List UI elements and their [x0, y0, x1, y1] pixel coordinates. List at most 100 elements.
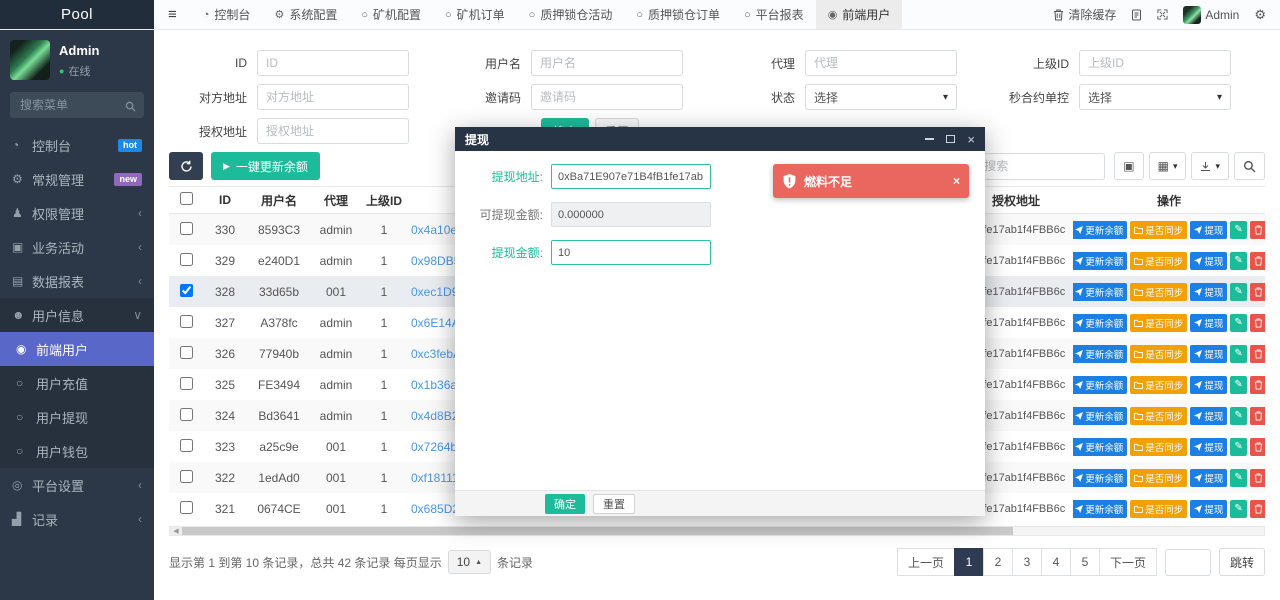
row-checkbox[interactable]: [179, 252, 193, 266]
delete-button[interactable]: [1249, 344, 1265, 363]
topbar-nav-item[interactable]: ○ 质押锁仓订单: [624, 0, 732, 29]
edit-button[interactable]: ✎: [1230, 313, 1247, 332]
page-button[interactable]: 3: [1011, 548, 1042, 576]
modal-close-button[interactable]: ×: [967, 133, 975, 146]
row-checkbox[interactable]: [179, 500, 193, 514]
sync-toggle-button[interactable]: 是否同步: [1130, 375, 1188, 394]
filter-peer-address-input[interactable]: [257, 84, 409, 110]
update-balance-button[interactable]: 更新余额: [1073, 437, 1128, 456]
page-button[interactable]: 1: [953, 548, 984, 576]
sync-toggle-button[interactable]: 是否同步: [1130, 251, 1188, 270]
row-checkbox[interactable]: [179, 407, 193, 421]
filter-invite-code-input[interactable]: [531, 84, 683, 110]
modal-maximize-button[interactable]: [946, 135, 956, 143]
columns-button[interactable]: ▦: [1148, 152, 1187, 180]
page-jump-button[interactable]: 跳转: [1218, 548, 1265, 576]
modal-minimize-button[interactable]: [925, 138, 935, 140]
page-size-select[interactable]: 10: [447, 550, 492, 574]
edit-button[interactable]: ✎: [1230, 499, 1247, 518]
sync-toggle-button[interactable]: 是否同步: [1130, 468, 1188, 487]
sidebar-toggle-icon[interactable]: ≡: [154, 0, 191, 29]
withdraw-button[interactable]: 提现: [1190, 344, 1228, 363]
filter-auth-address-input[interactable]: [257, 118, 409, 144]
update-balance-button[interactable]: 更新余额: [1073, 499, 1128, 518]
settings-gear-icon[interactable]: ⚙: [1254, 7, 1266, 23]
update-balance-button[interactable]: 更新余额: [1073, 468, 1128, 487]
delete-button[interactable]: [1249, 313, 1265, 332]
topbar-nav-item[interactable]: ○ 质押锁仓活动: [517, 0, 625, 29]
row-checkbox[interactable]: [179, 345, 193, 359]
withdraw-button[interactable]: 提现: [1190, 406, 1228, 425]
row-checkbox[interactable]: [179, 469, 193, 483]
scrollbar-thumb[interactable]: [182, 527, 1014, 535]
refresh-button[interactable]: [169, 152, 203, 180]
modal-reset-button[interactable]: 重置: [593, 493, 635, 514]
page-button[interactable]: 下一页: [1098, 548, 1157, 576]
table-search-input[interactable]: [975, 152, 1106, 180]
toast-close-icon[interactable]: ×: [953, 174, 960, 188]
filter-contract-control-select[interactable]: 选择: [1079, 84, 1231, 110]
sidebar-menu-item[interactable]: ♟ 权限管理 ‹: [0, 196, 154, 230]
page-button[interactable]: 4: [1040, 548, 1071, 576]
delete-button[interactable]: [1249, 468, 1265, 487]
modal-header[interactable]: 提现 ×: [455, 127, 985, 151]
sync-toggle-button[interactable]: 是否同步: [1130, 344, 1188, 363]
log-button[interactable]: [1131, 9, 1142, 21]
update-balance-button[interactable]: 更新余额: [1073, 282, 1128, 301]
delete-button[interactable]: [1249, 375, 1265, 394]
sidebar-menu-item[interactable]: ◎ 平台设置 ‹: [0, 468, 154, 502]
sync-toggle-button[interactable]: 是否同步: [1130, 406, 1188, 425]
withdraw-amount-input[interactable]: [551, 240, 711, 265]
update-balance-button[interactable]: 更新余额: [1073, 313, 1128, 332]
sync-toggle-button[interactable]: 是否同步: [1130, 282, 1188, 301]
update-balance-button[interactable]: 更新余额: [1073, 344, 1128, 363]
withdraw-button[interactable]: 提现: [1190, 282, 1228, 301]
delete-button[interactable]: [1249, 437, 1265, 456]
update-balance-button[interactable]: 更新余额: [1073, 251, 1128, 270]
sync-toggle-button[interactable]: 是否同步: [1130, 313, 1188, 332]
edit-button[interactable]: ✎: [1230, 375, 1247, 394]
topbar-nav-item[interactable]: ○ 平台报表: [732, 0, 816, 29]
edit-button[interactable]: ✎: [1230, 251, 1247, 270]
sidebar-menu-item-userinfo[interactable]: ☻ 用户信息 ∨: [0, 298, 154, 332]
topbar-nav-item[interactable]: ◉ 前端用户: [815, 0, 903, 29]
topbar-nav-item[interactable]: ○ 矿机订单: [433, 0, 517, 29]
edit-button[interactable]: ✎: [1230, 468, 1247, 487]
select-all-checkbox[interactable]: [179, 192, 193, 205]
page-button[interactable]: 2: [982, 548, 1013, 576]
filter-agent-input[interactable]: [805, 50, 957, 76]
delete-button[interactable]: [1249, 251, 1265, 270]
sidebar-search-input[interactable]: [10, 92, 144, 118]
confirm-button[interactable]: 确定: [545, 493, 585, 514]
sidebar-submenu-item[interactable]: ○ 用户充值: [0, 366, 154, 400]
withdraw-button[interactable]: 提现: [1190, 499, 1228, 518]
page-jump-input[interactable]: [1164, 548, 1211, 576]
export-button[interactable]: [1191, 152, 1229, 180]
topbar-nav-item[interactable]: ○ 矿机配置: [349, 0, 433, 29]
update-all-balances-button[interactable]: ▶ 一键更新余额: [211, 152, 320, 180]
sidebar-submenu-item[interactable]: ◉ 前端用户: [0, 332, 154, 366]
clear-cache-button[interactable]: 清除缓存: [1053, 6, 1116, 23]
row-checkbox[interactable]: [179, 376, 193, 390]
fullscreen-button[interactable]: [1157, 9, 1168, 20]
update-balance-button[interactable]: 更新余额: [1073, 406, 1128, 425]
sidebar-menu-item[interactable]: ▤ 数据报表 ‹: [0, 264, 154, 298]
filter-username-input[interactable]: [531, 50, 683, 76]
row-checkbox[interactable]: [179, 221, 193, 235]
filter-parent-id-input[interactable]: [1079, 50, 1231, 76]
withdraw-button[interactable]: 提现: [1190, 313, 1228, 332]
row-checkbox[interactable]: [179, 314, 193, 328]
withdraw-button[interactable]: 提现: [1190, 251, 1228, 270]
user-menu[interactable]: Admin: [1183, 5, 1239, 24]
sync-toggle-button[interactable]: 是否同步: [1130, 220, 1188, 239]
sidebar-menu-item[interactable]: ▣ 业务活动 ‹: [0, 230, 154, 264]
filter-status-select[interactable]: 选择: [805, 84, 957, 110]
delete-button[interactable]: [1249, 220, 1265, 239]
edit-button[interactable]: ✎: [1230, 437, 1247, 456]
search-button[interactable]: [1234, 152, 1265, 180]
withdraw-button[interactable]: 提现: [1190, 375, 1228, 394]
topbar-nav-item[interactable]: ⚙ 系统配置: [262, 0, 349, 29]
edit-button[interactable]: ✎: [1230, 344, 1247, 363]
withdraw-button[interactable]: 提现: [1190, 437, 1228, 456]
withdraw-address-input[interactable]: [551, 164, 711, 189]
